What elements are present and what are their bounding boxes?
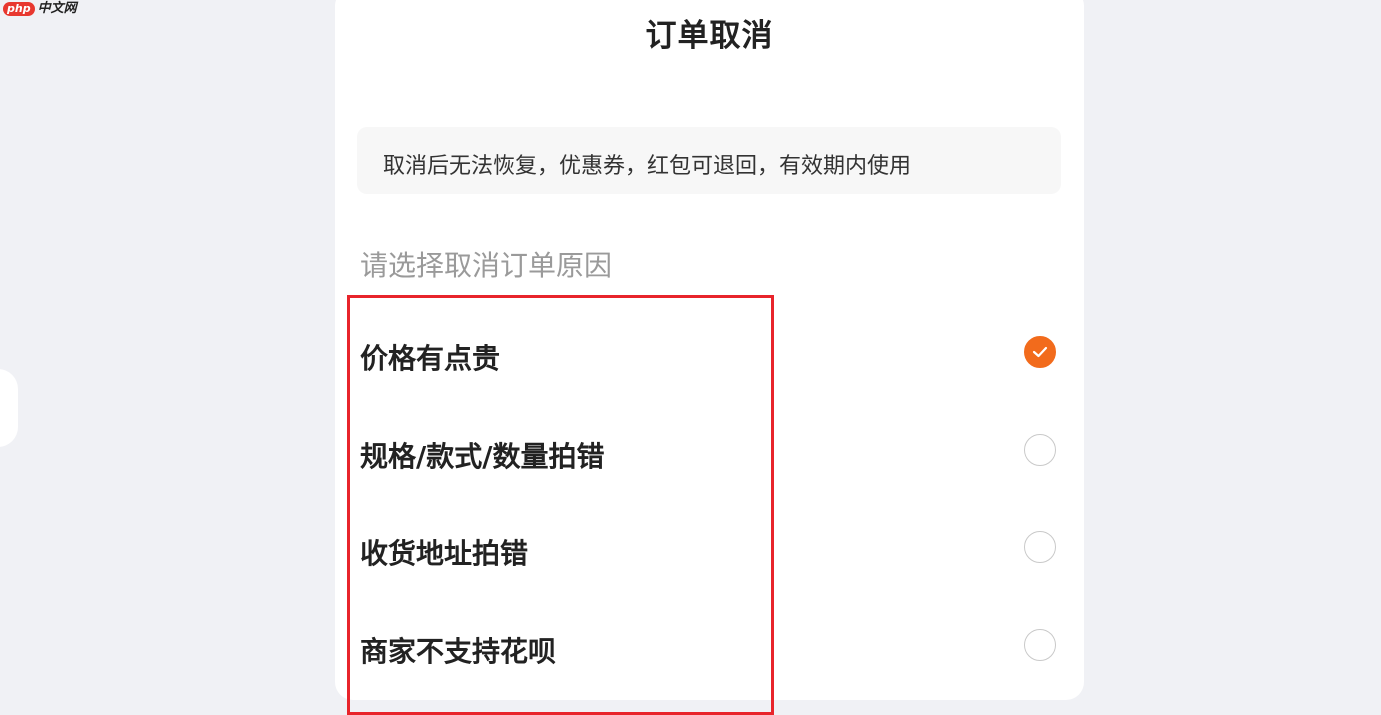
checkmark-icon xyxy=(1032,346,1048,358)
side-floating-button[interactable] xyxy=(0,369,18,447)
radio-checked-icon[interactable] xyxy=(1024,336,1056,368)
watermark-logo-text: 中文网 xyxy=(37,1,77,16)
radio-unchecked-icon[interactable] xyxy=(1024,531,1056,563)
sheet-title: 订单取消 xyxy=(645,18,774,54)
cancel-order-sheet: 订单取消 取消后无法恢复，优惠券，红包可退回，有效期内使用 请选择取消订单原因 … xyxy=(335,0,1084,715)
site-watermark: php 中文网 xyxy=(3,2,77,16)
watermark-logo-badge: php xyxy=(3,2,35,16)
cancel-notice-text: 取消后无法恢复，优惠券，红包可退回，有效期内使用 xyxy=(383,154,912,179)
radio-unchecked-icon[interactable] xyxy=(1024,629,1056,661)
annotation-highlight-box xyxy=(347,295,774,715)
cancel-notice-box: 取消后无法恢复，优惠券，红包可退回，有效期内使用 xyxy=(357,127,1061,194)
reasons-heading: 请选择取消订单原因 xyxy=(360,249,613,282)
radio-unchecked-icon[interactable] xyxy=(1024,434,1056,466)
